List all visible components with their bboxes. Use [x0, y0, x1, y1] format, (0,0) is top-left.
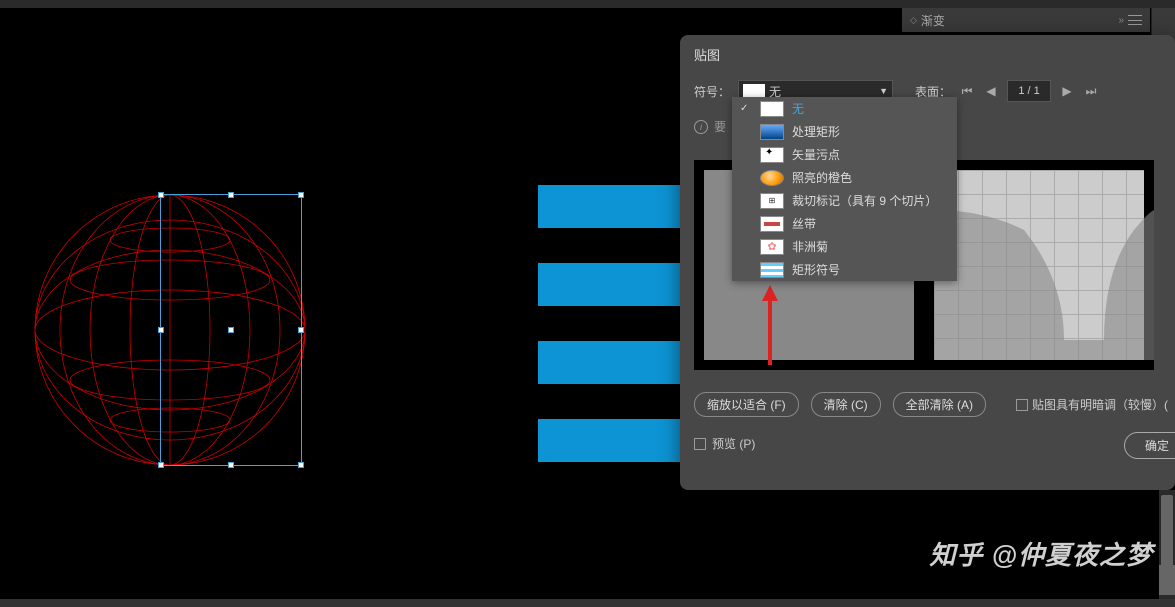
nav-first-button[interactable]: ⏮	[959, 82, 975, 100]
nav-prev-button[interactable]: ◀	[983, 82, 999, 100]
symbol-thumb-none	[743, 84, 765, 98]
selection-handle[interactable]	[158, 327, 164, 333]
panel-menu-icon[interactable]	[1128, 15, 1142, 25]
dropdown-item-vector-ink[interactable]: 矢量污点	[732, 143, 957, 166]
thumb-none-icon	[760, 101, 784, 117]
dropdown-item-orange[interactable]: 照亮的橙色	[732, 166, 957, 189]
thumb-icon	[760, 124, 784, 140]
selection-handle[interactable]	[228, 192, 234, 198]
selection-handle[interactable]	[228, 462, 234, 468]
preview-checkbox-row: 预览 (P)	[694, 435, 755, 452]
check-icon: ✓	[740, 103, 752, 114]
info-text: 要	[714, 118, 726, 135]
button-row: 缩放以适合 (F) 清除 (C) 全部清除 (A) 贴图具有明暗调（较慢）(	[694, 392, 1168, 417]
dropdown-item-flower[interactable]: ✿ 非洲菊	[732, 235, 957, 258]
diamond-icon: ◇	[910, 15, 917, 26]
nav-last-button[interactable]: ⏭	[1083, 82, 1099, 100]
thumb-icon	[760, 262, 784, 278]
shading-checkbox[interactable]	[1016, 399, 1028, 411]
dropdown-item-process-rect[interactable]: 处理矩形	[732, 120, 957, 143]
thumb-icon: ⊞	[760, 193, 784, 209]
preview-checkbox[interactable]	[694, 438, 706, 450]
thumb-icon	[760, 216, 784, 232]
thumb-icon	[760, 170, 784, 186]
gradient-label: 渐变	[921, 12, 945, 29]
blue-bar[interactable]	[538, 341, 683, 384]
dropdown-item-rect-symbol[interactable]: 矩形符号	[732, 258, 957, 281]
symbol-dropdown-list[interactable]: ✓ 无 处理矩形 矢量污点 照亮的橙色 ⊞ 裁切标记（具有 9 个切片） 丝带 …	[732, 97, 957, 281]
dd-label: 裁切标记（具有 9 个切片）	[792, 192, 937, 209]
dd-label: 丝带	[792, 215, 816, 232]
chevron-down-icon: ▼	[879, 86, 888, 96]
annotation-arrow	[760, 285, 780, 365]
canvas-area[interactable]	[0, 10, 680, 570]
right-panel-toggle[interactable]	[1159, 565, 1175, 595]
scroll-thumb[interactable]	[1161, 495, 1173, 575]
blue-bar[interactable]	[538, 263, 683, 306]
ok-button[interactable]: 确定	[1124, 432, 1175, 459]
gradient-panel-tab[interactable]: ◇ 渐变 »	[902, 8, 1150, 32]
thumb-icon: ✿	[760, 239, 784, 255]
dropdown-item-crop-marks[interactable]: ⊞ 裁切标记（具有 9 个切片）	[732, 189, 957, 212]
selection-handle[interactable]	[158, 192, 164, 198]
blue-bar[interactable]	[538, 185, 683, 228]
selection-box[interactable]	[160, 194, 302, 466]
top-bar	[0, 0, 1175, 8]
shading-label: 贴图具有明暗调（较慢）(	[1032, 396, 1168, 413]
selection-handle[interactable]	[298, 192, 304, 198]
dd-label: 矩形符号	[792, 261, 840, 278]
selection-handle[interactable]	[298, 327, 304, 333]
selection-handle[interactable]	[228, 327, 234, 333]
nav-next-button[interactable]: ▶	[1059, 82, 1075, 100]
blue-bar[interactable]	[538, 419, 683, 462]
dd-label: 非洲菊	[792, 238, 828, 255]
fit-button[interactable]: 缩放以适合 (F)	[694, 392, 799, 417]
symbol-label: 符号：	[694, 83, 730, 100]
dropdown-item-none[interactable]: ✓ 无	[732, 97, 957, 120]
dialog-title: 贴图	[680, 35, 1175, 74]
clear-button[interactable]: 清除 (C)	[811, 392, 881, 417]
dd-label: 照亮的橙色	[792, 169, 852, 186]
dd-label: 矢量污点	[792, 146, 840, 163]
collapse-icon[interactable]: »	[1118, 15, 1124, 26]
thumb-icon	[760, 147, 784, 163]
page-indicator[interactable]: 1 / 1	[1007, 80, 1051, 102]
status-bar	[0, 599, 1175, 607]
preview-label: 预览 (P)	[712, 435, 755, 452]
dd-label: 无	[792, 100, 804, 117]
preview-3d	[934, 170, 1144, 360]
blue-bars-group[interactable]	[538, 185, 683, 497]
clear-all-button[interactable]: 全部清除 (A)	[893, 392, 986, 417]
dropdown-item-ribbon[interactable]: 丝带	[732, 212, 957, 235]
dd-label: 处理矩形	[792, 123, 840, 140]
watermark: 知乎 @仲夏夜之梦	[929, 535, 1153, 572]
selection-handle[interactable]	[158, 462, 164, 468]
info-icon: i	[694, 120, 708, 134]
selection-handle[interactable]	[298, 462, 304, 468]
